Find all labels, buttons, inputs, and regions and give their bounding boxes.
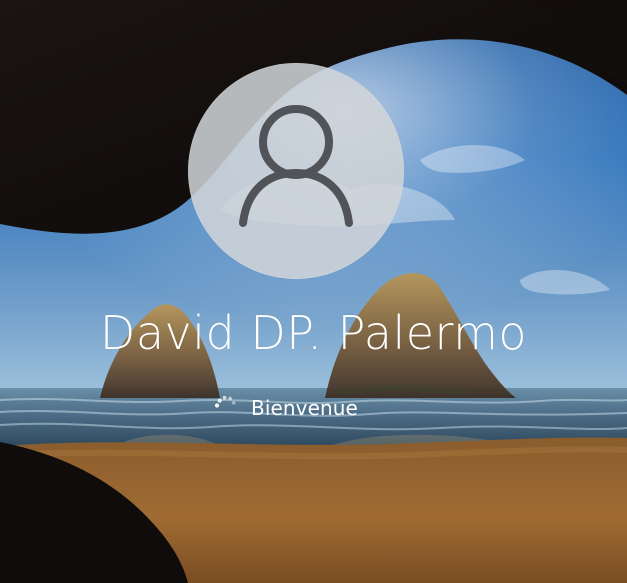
status-row: Bienvenue (211, 383, 358, 429)
user-avatar (188, 63, 404, 279)
loading-spinner-icon (214, 395, 236, 408)
login-screen: David DP. Palermo Bienvenue (0, 0, 627, 583)
status-text: Bienvenue (251, 396, 358, 420)
user-icon (239, 105, 353, 227)
username: David DP. Palermo (99, 306, 528, 360)
